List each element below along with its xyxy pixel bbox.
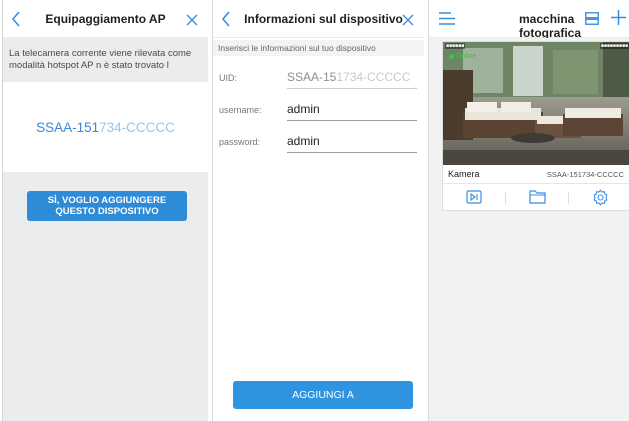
detection-description: La telecamera corrente viene rilevata co… xyxy=(9,48,192,71)
detected-uid: SSAA-151734-CCCCC xyxy=(3,120,208,135)
device-info-navbar: Informazioni sul dispositivo xyxy=(213,0,424,38)
folder-icon[interactable] xyxy=(506,189,568,209)
uid-blurred-part: 734-CCCCC xyxy=(99,120,175,135)
playback-icon[interactable] xyxy=(443,189,505,209)
camera-list: ■■■■■■ ■■■■■■■■■ Online Kamera SSAA-1517… xyxy=(429,38,629,421)
password-row: password: admin xyxy=(213,129,424,159)
grid-icon[interactable] xyxy=(585,12,599,30)
device-info-screen: Informazioni sul dispositivo Inserisci l… xyxy=(212,0,424,421)
camera-list-navbar: macchina fotografica xyxy=(429,0,629,40)
close-icon[interactable] xyxy=(402,13,414,31)
username-label: username: xyxy=(219,105,262,115)
uid-field-blurred: 1734-CCCCC xyxy=(336,70,411,84)
timestamp-left-bar: ■■■■■■ xyxy=(445,43,466,49)
uid-prefix: SSAA-151 xyxy=(36,120,100,135)
page-title: macchina fotografica xyxy=(519,12,582,40)
plus-icon[interactable] xyxy=(611,10,626,30)
uid-field[interactable]: SSAA-151734-CCCCC xyxy=(287,69,417,89)
camera-card-info: Kamera SSAA-151734-CCCCC xyxy=(443,165,629,182)
camera-card-actions xyxy=(443,183,629,211)
page-title: Informazioni sul dispositivo xyxy=(244,12,403,26)
uid-label: UID: xyxy=(219,73,237,83)
online-status-badge: Online xyxy=(449,53,476,60)
ap-equipment-screen: Equipaggiamento AP La telecamera corrent… xyxy=(2,0,208,421)
username-field[interactable]: admin xyxy=(287,101,417,121)
username-row: username: admin xyxy=(213,97,424,127)
add-device-button[interactable]: AGGIUNGI A xyxy=(233,381,413,409)
settings-icon[interactable] xyxy=(569,189,629,209)
camera-card[interactable]: ■■■■■■ ■■■■■■■■■ Online Kamera SSAA-1517… xyxy=(442,41,629,211)
camera-name: Kamera xyxy=(448,169,480,179)
online-dot xyxy=(449,53,454,59)
uid-row: UID: SSAA-151734-CCCCC xyxy=(213,65,424,95)
instruction-text: Inserisci le informazioni sul tuo dispos… xyxy=(213,40,424,56)
password-field[interactable]: admin xyxy=(287,133,417,153)
uid-field-prefix: SSAA-15 xyxy=(287,70,337,84)
patio-preview-image xyxy=(443,42,629,165)
timestamp-right-bar: ■■■■■■■■■ xyxy=(599,43,629,49)
close-icon[interactable] xyxy=(186,13,198,31)
confirm-add-device-button[interactable]: SÌ, VOGLIO AGGIUNGERE QUESTO DISPOSITIVO xyxy=(27,191,187,221)
page-title: Equipaggiamento AP xyxy=(45,12,166,26)
camera-uid: SSAA-151734-CCCCC xyxy=(546,170,624,179)
detected-uid-box: SSAA-151734-CCCCC xyxy=(3,82,208,172)
online-status-text: Online xyxy=(456,53,477,60)
camera-thumbnail[interactable]: ■■■■■■ ■■■■■■■■■ Online xyxy=(443,42,629,165)
password-label: password: xyxy=(219,137,261,147)
menu-icon[interactable] xyxy=(439,12,455,30)
camera-list-screen: macchina fotografica ■■■■■■ ■■■■■■■■■ On… xyxy=(428,0,629,421)
ap-navbar: Equipaggiamento AP xyxy=(3,0,208,38)
